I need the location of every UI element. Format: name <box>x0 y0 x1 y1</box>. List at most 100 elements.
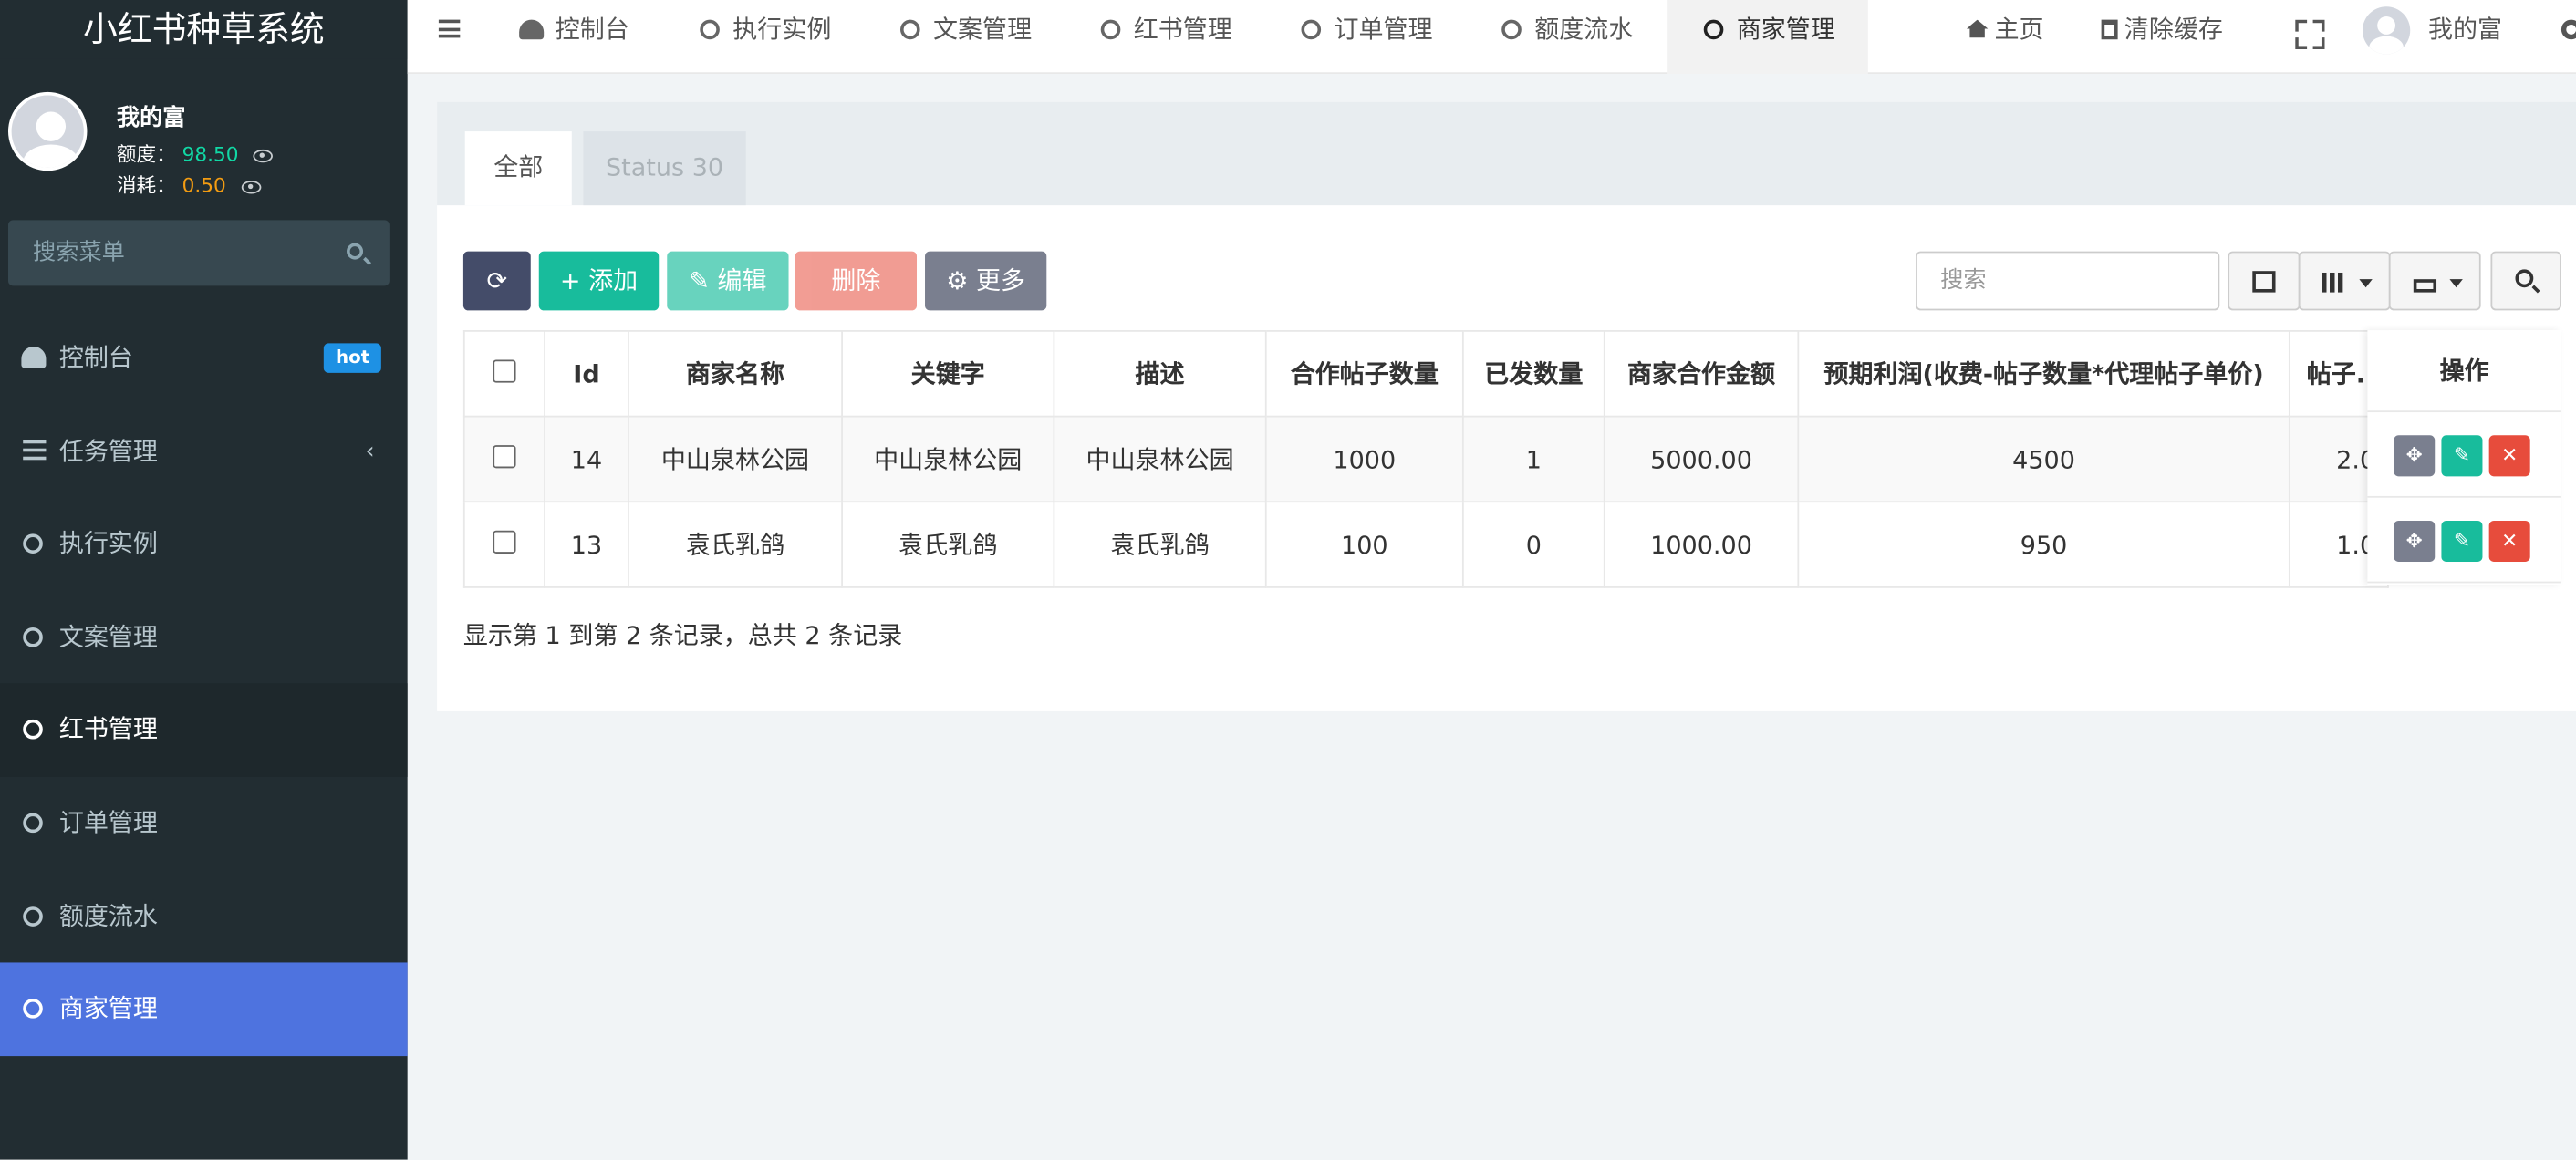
ops-header: 操作 <box>2367 330 2561 413</box>
columns-button[interactable] <box>2298 251 2391 311</box>
caret-down-icon <box>2359 279 2373 288</box>
tab-merchants[interactable]: 商家管理 <box>1667 0 1868 75</box>
tab-dashboard[interactable]: 控制台 <box>519 0 629 74</box>
edit-row-button[interactable]: ✎ <box>2441 520 2483 562</box>
col-header[interactable]: 已发数量 <box>1461 330 1605 418</box>
sidebar-item-merchants[interactable]: 商家管理 <box>0 962 408 1056</box>
sidebar-item-copywriting[interactable]: 文案管理 <box>0 591 408 684</box>
top-navbar: 控制台 执行实例 文案管理 红书管理 订单管理 额度流水 商家管理 主页 清除缓… <box>407 0 2576 75</box>
brand-title: 小红书种草系统 <box>0 0 408 59</box>
col-header[interactable]: 合作帖子数量 <box>1264 330 1464 418</box>
more-button[interactable]: ⚙ 更多 <box>925 251 1047 311</box>
table-cell: 4500 <box>1797 415 2290 503</box>
circle-icon <box>1703 19 1724 40</box>
select-all-checkbox[interactable] <box>493 358 516 382</box>
user-avatar[interactable] <box>2362 6 2411 55</box>
home-label: 主页 <box>1994 15 2044 45</box>
table-cell: 袁氏乳鸽 <box>1053 501 1267 588</box>
tab-status-30[interactable]: Status 30 <box>583 131 746 206</box>
col-header[interactable]: 商家合作金额 <box>1603 330 1800 418</box>
circle-icon <box>23 533 43 554</box>
col-header[interactable]: Id <box>544 330 629 418</box>
home-link[interactable]: 主页 <box>1966 0 2044 59</box>
quota-value: 98.50 <box>182 142 239 166</box>
pagination-info: 显示第 1 到第 2 条记录，总共 2 条记录 <box>462 620 903 651</box>
user-menu-label[interactable]: 我的富 <box>2428 0 2502 59</box>
tab-label: 控制台 <box>555 15 629 45</box>
delete-row-button[interactable]: ✕ <box>2488 435 2530 477</box>
tab-label: 额度流水 <box>1534 15 1634 45</box>
clear-cache-link[interactable]: 清除缓存 <box>2101 0 2223 59</box>
user-cost: 消耗： 0.50 <box>117 171 261 199</box>
add-button[interactable]: + 添加 <box>538 251 660 311</box>
merchant-table: Id 商家名称 关键字 描述 合作帖子数量 已发数量 商家合作金额 预期利润(收… <box>462 330 2389 588</box>
table-cell: 1000 <box>1264 415 1464 503</box>
tab-redbook[interactable]: 红书管理 <box>1097 0 1232 74</box>
move-button[interactable]: ✥ <box>2394 520 2436 562</box>
sidebar-item-label: 文案管理 <box>58 622 158 652</box>
user-panel: 我的富 额度： 98.50 消耗： 0.50 <box>0 59 408 197</box>
table-search-input[interactable]: 搜索 <box>1916 251 2220 311</box>
table-cell: 950 <box>1797 501 2290 588</box>
col-header[interactable]: 商家名称 <box>628 330 843 418</box>
table-cell: 13 <box>544 501 629 588</box>
circle-icon <box>23 720 43 741</box>
col-header[interactable]: 关键字 <box>841 330 1055 418</box>
toggle-view-button[interactable] <box>2228 251 2301 311</box>
sidebar-item-label: 控制台 <box>58 343 133 373</box>
select-all-cell <box>462 330 545 418</box>
ops-row: ✥ ✎ ✕ <box>2367 498 2561 584</box>
tab-copywriting[interactable]: 文案管理 <box>897 0 1032 74</box>
menu-toggle-icon[interactable] <box>438 19 461 38</box>
delete-button[interactable]: 删除 <box>795 251 918 311</box>
table-cell: 1 <box>1461 415 1605 503</box>
fullscreen-icon[interactable] <box>2295 20 2318 43</box>
edit-row-button[interactable]: ✎ <box>2441 435 2483 477</box>
circle-icon <box>23 813 43 834</box>
eye-icon[interactable] <box>240 180 261 193</box>
table-cell: 中山泉林公园 <box>1053 415 1267 503</box>
panel-header: 全部 Status 30 <box>437 101 2576 206</box>
sidebar-item-redbook[interactable]: 红书管理 <box>0 683 408 777</box>
cost-value: 0.50 <box>182 173 226 198</box>
export-icon <box>2413 279 2437 293</box>
tab-instances[interactable]: 执行实例 <box>697 0 832 74</box>
table-row: 14 中山泉林公园 中山泉林公园 中山泉林公园 1000 1 5000.00 4… <box>462 415 2389 503</box>
sidebar-item-tasks[interactable]: 任务管理 ‹ <box>0 405 408 498</box>
tab-orders[interactable]: 订单管理 <box>1298 0 1433 74</box>
search-button[interactable] <box>2490 251 2561 311</box>
circle-icon <box>700 19 720 40</box>
export-button[interactable] <box>2388 251 2481 311</box>
row-select-cell <box>462 415 545 503</box>
sidebar-item-quota-flow[interactable]: 额度流水 <box>0 870 408 963</box>
tab-quota-flow[interactable]: 额度流水 <box>1499 0 1634 74</box>
table-cell: 中山泉林公园 <box>841 415 1055 503</box>
menu-search-input[interactable]: 搜索菜单 <box>8 220 390 286</box>
col-header[interactable]: 描述 <box>1053 330 1267 418</box>
move-button[interactable]: ✥ <box>2394 435 2436 477</box>
row-checkbox[interactable] <box>493 444 516 468</box>
table-cell: 袁氏乳鸽 <box>841 501 1055 588</box>
trash-icon <box>2101 19 2118 40</box>
sidebar-item-orders[interactable]: 订单管理 <box>0 777 408 870</box>
list-view-icon <box>2252 271 2276 293</box>
sidebar-item-label: 商家管理 <box>58 993 158 1024</box>
columns-icon <box>2321 272 2343 293</box>
col-header[interactable]: 预期利润(收费-帖子数量*代理帖子单价) <box>1797 330 2290 418</box>
row-checkbox[interactable] <box>493 529 516 554</box>
edit-button[interactable]: ✎ 编辑 <box>667 251 789 311</box>
tab-label: 执行实例 <box>732 15 832 45</box>
sidebar: 小红书种草系统 我的富 额度： 98.50 消耗： 0.50 搜索菜单 控制台 h… <box>0 0 408 1160</box>
gear-icon[interactable] <box>2560 19 2576 40</box>
circle-icon <box>1501 19 1522 40</box>
delete-row-button[interactable]: ✕ <box>2488 520 2530 562</box>
tab-all[interactable]: 全部 <box>464 131 572 206</box>
row-select-cell <box>462 501 545 588</box>
sidebar-item-dashboard[interactable]: 控制台 hot <box>0 312 408 405</box>
refresh-button[interactable]: ⟳ <box>462 251 531 311</box>
table-cell: 14 <box>544 415 629 503</box>
eye-icon[interactable] <box>253 148 274 162</box>
user-name: 我的富 <box>116 105 186 132</box>
tab-label: 商家管理 <box>1736 15 1835 45</box>
sidebar-item-instances[interactable]: 执行实例 <box>0 498 408 591</box>
